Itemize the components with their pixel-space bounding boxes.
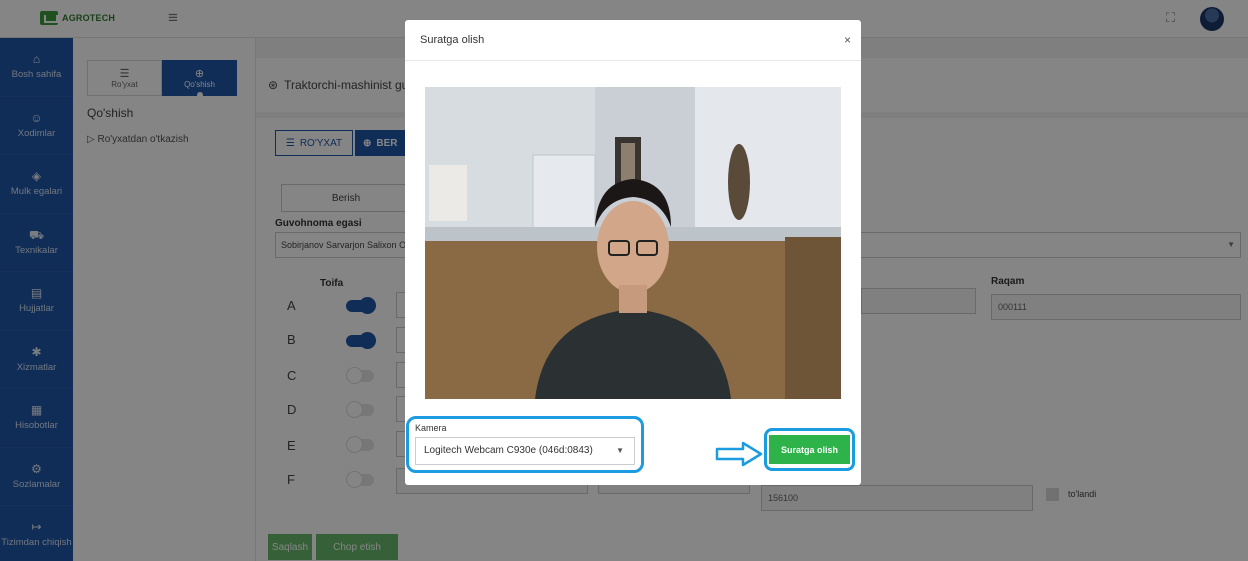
capture-button[interactable]: Suratga olish <box>769 435 850 464</box>
modal-header: Suratga olish × <box>405 20 861 61</box>
capture-modal: Suratga olish × Kamera Logitech Webcam C… <box>405 20 861 485</box>
arrow-right-icon <box>715 441 763 467</box>
close-icon[interactable]: × <box>844 33 851 47</box>
camera-preview <box>425 87 841 399</box>
camera-highlight-annotation <box>406 416 644 473</box>
webcam-feed-image <box>425 87 841 399</box>
modal-title: Suratga olish <box>420 34 485 46</box>
